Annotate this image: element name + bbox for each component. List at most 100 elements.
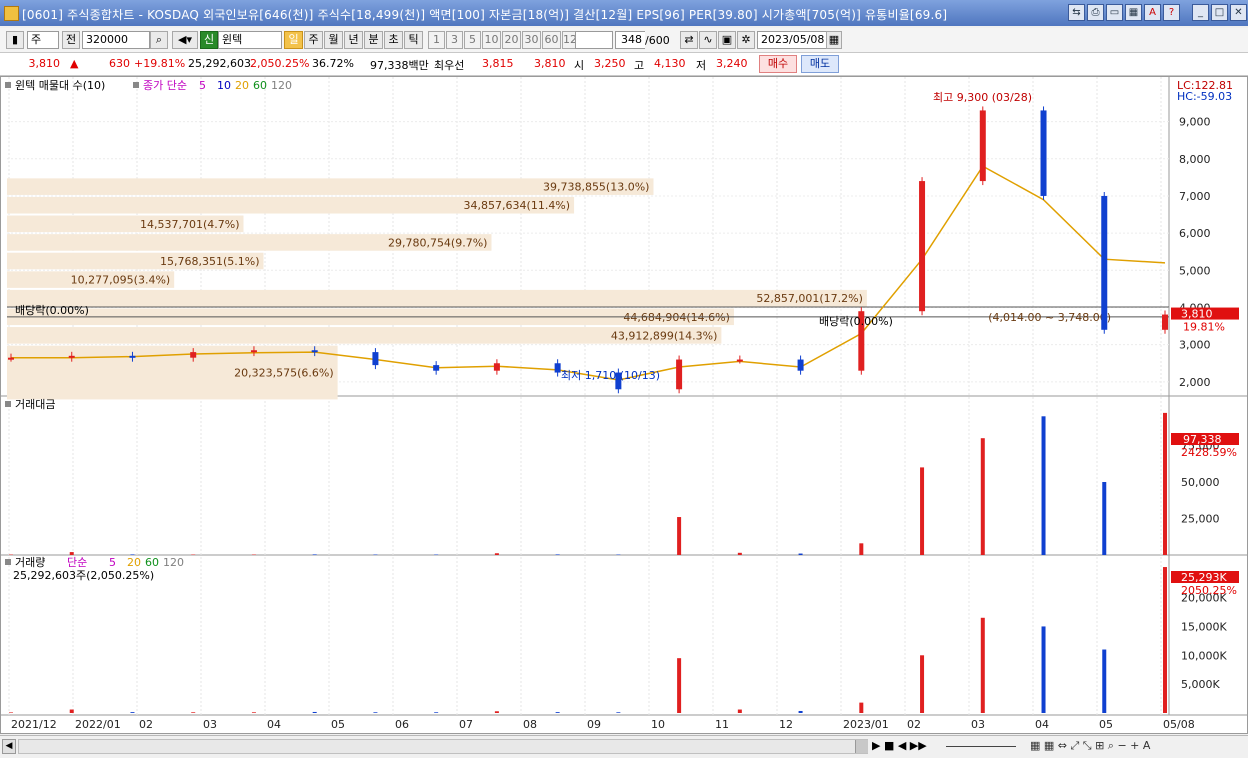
- x-axis-label: 07: [459, 718, 473, 731]
- close-button[interactable]: ✕: [1230, 4, 1247, 21]
- profile-range-label: (4,014.00 ~ 3,748.00): [988, 311, 1111, 324]
- settings-icon[interactable]: ✲: [737, 31, 755, 49]
- candle-body: [8, 358, 14, 360]
- volume-profile-bar: [7, 290, 867, 307]
- dividend-label: 배당락(0.00%): [15, 304, 89, 317]
- amount-last-value: 97,338: [1183, 433, 1222, 446]
- help-icon[interactable]: ?: [1163, 4, 1180, 21]
- zoom-slider[interactable]: [946, 746, 1016, 747]
- interval-button-6[interactable]: 60: [542, 31, 561, 49]
- candle-body: [312, 350, 318, 352]
- volume-bar: [434, 712, 438, 713]
- grid-icon[interactable]: ▦: [1125, 4, 1142, 21]
- volume-profile-label: 29,780,754(9.7%): [388, 236, 488, 249]
- print-icon[interactable]: ⎙: [1087, 4, 1104, 21]
- x-axis-label: 03: [971, 718, 985, 731]
- price-change-pct: +19.81%: [134, 57, 185, 70]
- volume-profile-label: 10,277,095(3.4%): [71, 274, 171, 287]
- window-title: [0601] 주식종합차트 - KOSDAQ 외국인보유[646(천)] 주식수…: [22, 6, 947, 23]
- stock-name-field[interactable]: 윈텍: [218, 31, 282, 49]
- candle-body: [129, 356, 135, 358]
- interval-button-4[interactable]: 20: [502, 31, 521, 49]
- chart-scroll-bar[interactable]: ◀ ▶ ■ ◀ ▶▶ ▦ ▦ ⇔ ⤢ ⤡ ⊞ ⌕ − + A: [0, 735, 1248, 758]
- search-icon[interactable]: ⌕: [150, 31, 168, 49]
- sell-button[interactable]: 매도: [801, 55, 839, 73]
- legend-square: [5, 82, 11, 88]
- count-blank-field[interactable]: [575, 31, 613, 49]
- x-axis-label: 06: [395, 718, 409, 731]
- volume-bar: [130, 712, 134, 713]
- interval-button-1[interactable]: 3: [446, 31, 463, 49]
- drawing-tools[interactable]: ▦ ▦ ⇔ ⤢ ⤡ ⊞ ⌕ − + A: [1030, 739, 1150, 753]
- scroll-thumb[interactable]: [855, 740, 868, 753]
- period-button-2[interactable]: 월: [324, 31, 343, 49]
- x-axis-label: 09: [587, 718, 601, 731]
- scroll-track[interactable]: [18, 739, 868, 754]
- scroll-left-icon[interactable]: ◀: [2, 739, 16, 754]
- up-arrow-icon: ▲: [70, 57, 78, 70]
- volume-bar: [677, 658, 681, 713]
- buy-button[interactable]: 매수: [759, 55, 797, 73]
- period-button-4[interactable]: 분: [364, 31, 383, 49]
- maximize-button[interactable]: □: [1211, 4, 1228, 21]
- candle-body: [1041, 110, 1047, 196]
- chart-type-icon[interactable]: ▮: [6, 31, 24, 49]
- save-icon[interactable]: ▣: [718, 31, 736, 49]
- last-price-value: 3,810: [1181, 308, 1213, 321]
- interval-button-2[interactable]: 5: [464, 31, 481, 49]
- amount-bar: [920, 467, 924, 555]
- trade-amount: 97,338백만: [370, 57, 429, 73]
- speaker-icon[interactable]: ◀▾: [172, 31, 198, 49]
- volume-profile-label: 39,738,855(13.0%): [543, 181, 650, 194]
- best-ask: 3,815: [482, 57, 514, 70]
- x-axis-label: 2021/12: [11, 718, 57, 731]
- x-axis-label: 08: [523, 718, 537, 731]
- amount-bar: [1102, 482, 1106, 555]
- compare-icon[interactable]: ⇄: [680, 31, 698, 49]
- stock-chart-svg[interactable]: 20,323,575(6.6%)43,912,899(14.3%)44,684,…: [1, 77, 1247, 733]
- period-button-5[interactable]: 초: [384, 31, 403, 49]
- price-axis-label: 3,000: [1179, 339, 1211, 352]
- interval-button-0[interactable]: 1: [428, 31, 445, 49]
- period-button-1[interactable]: 주: [304, 31, 323, 49]
- volume-bar: [981, 618, 985, 713]
- minimize-button[interactable]: _: [1192, 4, 1209, 21]
- overlay-icon[interactable]: ∿: [699, 31, 717, 49]
- count-input[interactable]: 348: [615, 31, 645, 49]
- period-button-3[interactable]: 년: [344, 31, 363, 49]
- period-button-0[interactable]: 일: [284, 31, 303, 49]
- open-price: 3,250: [594, 57, 626, 70]
- unit-select[interactable]: 주: [27, 31, 59, 49]
- x-axis-label: 03: [203, 718, 217, 731]
- playback-controls[interactable]: ▶ ■ ◀ ▶▶: [872, 739, 927, 752]
- x-axis-label: 05/08: [1163, 718, 1195, 731]
- volume-last-value: 25,293K: [1181, 571, 1227, 584]
- price-axis-label: 9,000: [1179, 116, 1211, 129]
- stock-code-input[interactable]: 320000: [82, 31, 150, 49]
- amount-panel-title: 거래대금: [15, 398, 55, 411]
- calendar-icon[interactable]: ▦: [826, 31, 842, 49]
- link-icon[interactable]: ⇆: [1068, 4, 1085, 21]
- app-icon: [4, 6, 19, 21]
- trade-volume: 25,292,603: [188, 57, 251, 70]
- interval-button-5[interactable]: 30: [522, 31, 541, 49]
- copy-icon[interactable]: ▭: [1106, 4, 1123, 21]
- price-legend-ma-period: 120: [271, 79, 292, 92]
- chart-area[interactable]: 20,323,575(6.6%)43,912,899(14.3%)44,684,…: [0, 76, 1248, 734]
- volume-legend-ma: 단순: [67, 556, 87, 569]
- volume-axis-label: 15,000K: [1181, 620, 1227, 633]
- volume-legend-ma-period: 5: [109, 556, 116, 569]
- font-icon[interactable]: A: [1144, 4, 1161, 21]
- period-prefix-button[interactable]: 전: [62, 31, 80, 49]
- amount-bar: [70, 552, 74, 555]
- interval-button-3[interactable]: 10: [482, 31, 501, 49]
- candle-body: [494, 363, 500, 370]
- date-input[interactable]: 2023/05/08: [757, 31, 827, 49]
- low-label: 저: [696, 57, 706, 73]
- x-axis-label: 2023/01: [843, 718, 889, 731]
- x-axis-label: 05: [331, 718, 345, 731]
- amount-bar: [738, 553, 742, 555]
- candle-body: [555, 363, 561, 372]
- period-button-6[interactable]: 틱: [404, 31, 423, 49]
- x-axis-label: 04: [1035, 718, 1049, 731]
